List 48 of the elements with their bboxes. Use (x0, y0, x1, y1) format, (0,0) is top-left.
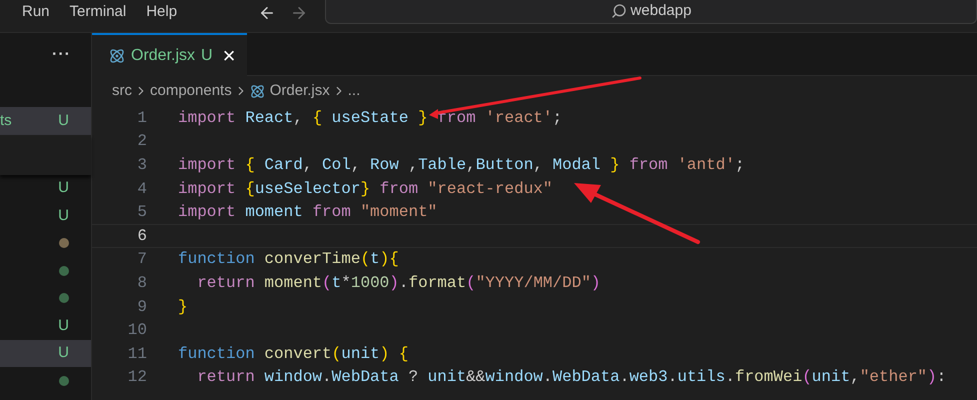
command-center[interactable]: webdapp (325, 0, 977, 24)
code-line: import moment from "moment" (178, 202, 438, 224)
code-line: import { Card, Col, Row ,Table,Button, Modal } from 'antd'; (178, 154, 745, 176)
line-number: 11 (126, 344, 147, 365)
menu-item[interactable]: Run (22, 1, 50, 24)
menu-item[interactable]: Help (146, 1, 178, 24)
untracked-label: U (58, 206, 69, 226)
code-line: function converTime(t){ (178, 249, 399, 270)
line-number: 1 (136, 108, 147, 129)
line-number: 2 (136, 131, 147, 152)
file-row[interactable]: ts U (0, 107, 91, 134)
more-actions-button[interactable]: ··· (52, 43, 71, 67)
search-icon (610, 3, 627, 19)
line-number: 3 (136, 154, 147, 176)
code-line: return window.WebData ? unit&&window.WebData.web3.utils.fromWei(unit,"ether"): (196, 367, 946, 388)
breadcrumb-item[interactable]: src (112, 80, 132, 102)
line-number: 7 (136, 249, 147, 270)
file-row[interactable]: U (0, 174, 91, 202)
file-row[interactable]: U (0, 312, 91, 340)
code-line: function convert(unit) { (178, 344, 408, 365)
file-row[interactable]: U (0, 340, 91, 367)
code-line: return moment(t*1000).format("YYYY/MM/DD") (196, 272, 601, 294)
editor-tab[interactable]: Order.jsx U × (92, 33, 247, 77)
react-file-icon (109, 48, 125, 64)
breadcrumb-item[interactable]: ... (348, 80, 360, 102)
line-number: 12 (126, 367, 147, 388)
untracked-label: U (58, 343, 69, 363)
menu-item[interactable]: Terminal (70, 1, 126, 24)
line-number: 6 (136, 226, 147, 247)
line-number: 4 (136, 178, 147, 200)
line-number: 9 (136, 296, 147, 318)
workspace-name: webdapp (630, 0, 692, 21)
breadcrumb-item[interactable]: components (150, 80, 232, 102)
untracked-label: U (58, 110, 69, 130)
untracked-label: U (58, 178, 69, 198)
file-name: ts (0, 110, 12, 130)
line-number: 8 (136, 272, 147, 294)
file-row[interactable]: U (0, 202, 91, 230)
line-number: 10 (126, 320, 147, 342)
breadcrumb-item[interactable]: Order.jsx (270, 80, 330, 102)
tab-label: Order.jsx (131, 46, 196, 66)
close-button[interactable]: × (222, 45, 236, 67)
line-number: 5 (136, 202, 147, 224)
code-line: import {useSelector} from "react-redux" (178, 178, 552, 200)
code-line: } (178, 296, 188, 318)
untracked-label: U (58, 316, 69, 336)
untracked-label: U (201, 46, 213, 66)
react-file-icon (250, 84, 265, 98)
